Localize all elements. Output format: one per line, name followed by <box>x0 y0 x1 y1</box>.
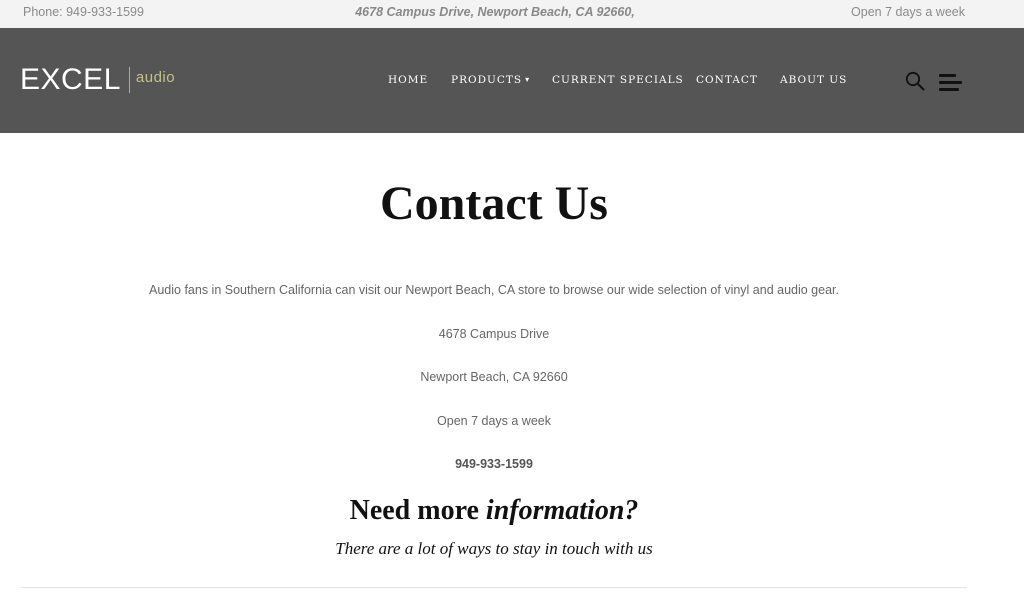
nav-products[interactable]: PRODUCTS ▾ <box>451 74 530 86</box>
nav-contact[interactable]: CONTACT <box>696 74 758 86</box>
nav-home[interactable]: HOME <box>388 74 428 86</box>
site-logo[interactable]: EXCEL audio <box>20 64 175 96</box>
top-info-bar: Phone: 949-933-1599 4678 Campus Drive, N… <box>0 0 1024 28</box>
logo-divider <box>128 67 130 93</box>
topbar-address: 4678 Campus Drive, Newport Beach, CA 926… <box>355 5 635 19</box>
hamburger-icon[interactable] <box>939 74 962 91</box>
logo-audio-text: audio <box>135 68 176 86</box>
store-phone[interactable]: 949-933-1599 <box>0 456 988 472</box>
stay-in-touch-subheading: There are a lot of ways to stay in touch… <box>335 539 653 558</box>
search-icon[interactable] <box>905 71 925 91</box>
need-more-italic: information? <box>485 495 639 526</box>
nav-products-label: PRODUCTS <box>451 74 523 86</box>
store-hours: Open 7 days a week <box>437 414 551 428</box>
page-title: Contact Us <box>380 177 608 230</box>
logo-excel-text: EXCEL <box>20 63 121 96</box>
store-city: Newport Beach, CA 92660 <box>420 370 568 384</box>
need-more-heading: Need more information? <box>0 495 988 527</box>
topbar-hours: Open 7 days a week <box>851 5 965 19</box>
intro-text: Audio fans in Southern California can vi… <box>149 283 839 297</box>
nav-current-specials[interactable]: CURRENT SPECIALS <box>552 74 684 86</box>
section-divider <box>21 587 967 588</box>
chevron-down-icon: ▾ <box>525 75 531 84</box>
nav-about-us[interactable]: ABOUT US <box>780 74 847 86</box>
contact-content: Contact Us Audio fans in Southern Califo… <box>0 133 1024 600</box>
store-street: 4678 Campus Drive <box>438 327 550 341</box>
need-more-plain: Need more <box>349 495 486 526</box>
main-navbar: EXCEL audio HOME PRODUCTS ▾ CURRENT SPECI… <box>0 28 1024 133</box>
